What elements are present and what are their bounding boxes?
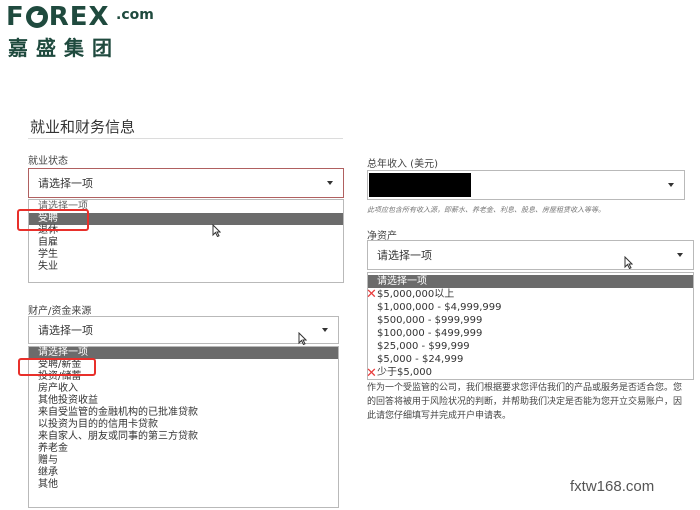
dropdown-option[interactable]: 来自家人、朋友或同事的第三方贷款 <box>29 431 338 443</box>
dropdown-option[interactable]: 其他投资收益 <box>29 395 338 407</box>
employment-status-select[interactable]: 请选择一项 <box>28 168 344 198</box>
chevron-down-icon <box>677 253 683 257</box>
dropdown-option[interactable]: 继承 <box>29 467 338 479</box>
dropdown-option[interactable]: 养老金 <box>29 443 338 455</box>
net-worth-value: 请选择一项 <box>377 249 432 262</box>
disclaimer-line: 此请您仔细填写并完成开户申请表。 <box>367 411 512 421</box>
section-divider <box>28 138 343 139</box>
dropdown-option[interactable]: 自雇 <box>29 237 343 249</box>
dropdown-option[interactable]: $500,000 - $999,999 <box>368 314 693 327</box>
dropdown-option[interactable]: 学生 <box>29 249 343 261</box>
disclaimer-line: 作为一个受监管的公司，我们根据要求您评估我们的产品或服务是否适合您。您 <box>367 383 683 393</box>
annual-income-label: 总年收入 (美元) <box>367 159 438 170</box>
mouse-cursor-icon <box>298 332 307 345</box>
net-worth-dropdown: 请选择一项 $5,000,000以上 $1,000,000 - $4,999,9… <box>367 272 694 380</box>
red-x-mark-icon: ✕ <box>366 366 377 381</box>
logo-wordmark: F REX <box>6 2 110 32</box>
logo-chinese-name: 嘉盛集团 <box>8 36 120 60</box>
dropdown-option[interactable]: $5,000 - $24,999 <box>368 353 693 366</box>
dropdown-option[interactable]: $25,000 - $99,999 <box>368 340 693 353</box>
logo-o-arrow-icon <box>25 6 48 28</box>
chevron-down-icon <box>668 183 674 187</box>
mouse-cursor-icon <box>624 256 633 269</box>
chevron-down-icon <box>327 181 333 185</box>
funds-source-label: 财产/资金来源 <box>28 306 92 317</box>
watermark-text: fxtw168.com <box>570 478 655 495</box>
dropdown-option[interactable]: $5,000,000以上 <box>368 288 693 301</box>
red-x-mark-icon: ✕ <box>366 287 377 302</box>
funds-source-select[interactable]: 请选择一项 <box>28 316 339 344</box>
dropdown-option[interactable]: 房产收入 <box>29 383 338 395</box>
redacted-value-block <box>369 173 471 197</box>
chevron-down-icon <box>322 328 328 332</box>
funds-source-value: 请选择一项 <box>38 324 93 337</box>
dropdown-option[interactable]: 其他 <box>29 479 338 491</box>
disclaimer-line: 的回答将被用于风险状况的判断，并帮助我们决定是否能为您开立交易账户，因 <box>367 397 683 407</box>
dropdown-option-selected[interactable]: 请选择一项 <box>368 275 693 288</box>
section-title: 就业和财务信息 <box>30 118 136 136</box>
logo-domain: .com <box>116 7 154 23</box>
annotation-highlight-box <box>18 358 96 376</box>
dropdown-option[interactable]: 来自受监管的金融机构的已批准贷款 <box>29 407 338 419</box>
employment-status-value: 请选择一项 <box>38 177 93 190</box>
dropdown-option[interactable]: 失业 <box>29 261 343 273</box>
disclaimer-paragraph: 作为一个受监管的公司，我们根据要求您评估我们的产品或服务是否适合您。您 的回答将… <box>367 381 697 423</box>
dropdown-option[interactable]: 赠与 <box>29 455 338 467</box>
employment-status-label: 就业状态 <box>28 156 68 167</box>
net-worth-select[interactable]: 请选择一项 <box>367 240 694 270</box>
mouse-cursor-icon <box>212 224 221 237</box>
annotation-highlight-box <box>17 209 89 231</box>
dropdown-option[interactable]: 少于$5,000 <box>368 366 693 379</box>
dropdown-option[interactable]: $100,000 - $499,999 <box>368 327 693 340</box>
dropdown-option[interactable]: 以投资为目的的信用卡贷款 <box>29 419 338 431</box>
annual-income-hint: 此项应包含所有收入源，即薪水、养老金、利息、股息、房屋租赁收入等等。 <box>367 206 605 214</box>
dropdown-option[interactable]: $1,000,000 - $4,999,999 <box>368 301 693 314</box>
